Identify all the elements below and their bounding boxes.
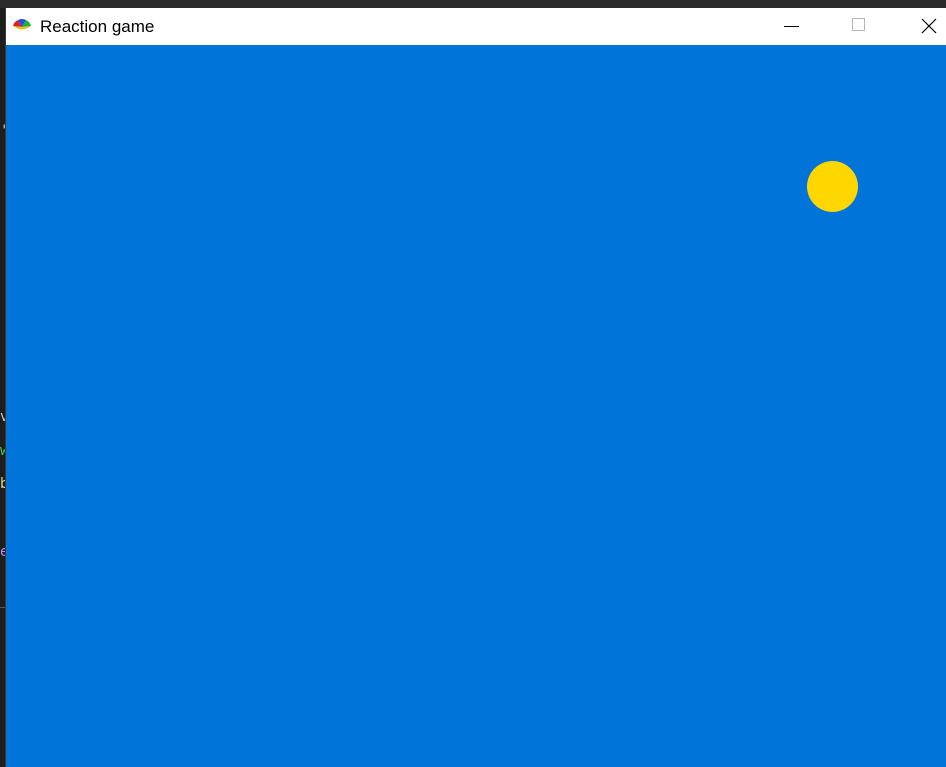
game-canvas[interactable] bbox=[6, 45, 946, 767]
minimize-icon bbox=[784, 26, 799, 27]
close-icon bbox=[921, 18, 937, 34]
window-title: Reaction game bbox=[40, 17, 155, 36]
app-icon bbox=[11, 17, 33, 35]
background-top-strip bbox=[0, 0, 946, 8]
game-window: Reaction game bbox=[5, 8, 946, 767]
minimize-button[interactable] bbox=[767, 8, 813, 45]
maximize-button[interactable] bbox=[836, 8, 882, 45]
target-circle[interactable] bbox=[807, 161, 858, 212]
title-bar[interactable]: Reaction game bbox=[6, 8, 946, 45]
maximize-icon bbox=[852, 18, 865, 31]
close-button[interactable] bbox=[905, 8, 946, 45]
